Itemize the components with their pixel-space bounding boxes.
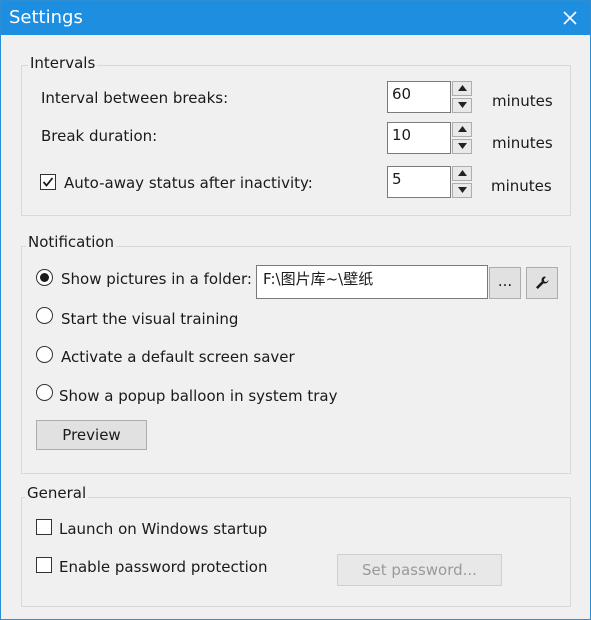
interval-between-breaks-unit: minutes	[492, 92, 553, 110]
settings-window: Settings Intervals Interval between brea…	[0, 0, 591, 620]
break-duration-unit: minutes	[492, 134, 553, 152]
auto-away-down-button[interactable]	[452, 183, 472, 198]
auto-away-spinner: 5	[387, 166, 475, 200]
close-icon	[563, 11, 577, 25]
intervals-group-title: Intervals	[28, 54, 98, 72]
auto-away-unit: minutes	[491, 177, 552, 195]
arrow-down-icon	[457, 102, 467, 108]
break-duration-up-button[interactable]	[452, 122, 472, 137]
window-title: Settings	[9, 7, 83, 28]
popup-balloon-label: Show a popup balloon in system tray	[59, 387, 338, 405]
arrow-down-icon	[457, 143, 467, 149]
arrow-up-icon	[457, 170, 467, 176]
wrench-icon	[536, 276, 549, 289]
interval-between-breaks-spinner: 60	[387, 81, 475, 115]
password-protection-checkbox[interactable]	[36, 557, 52, 573]
auto-away-up-button[interactable]	[452, 166, 472, 181]
break-duration-input[interactable]: 10	[387, 122, 451, 154]
arrow-up-icon	[457, 85, 467, 91]
radio-screen-saver[interactable]	[36, 346, 53, 363]
interval-between-breaks-up-button[interactable]	[452, 81, 472, 96]
close-button[interactable]	[556, 4, 584, 32]
folder-path-input[interactable]: F:\图片库~\壁纸	[256, 265, 488, 299]
break-duration-label: Break duration:	[41, 127, 158, 145]
preview-button[interactable]: Preview	[36, 420, 147, 450]
radio-visual-training[interactable]	[36, 307, 53, 324]
break-duration-spinner: 10	[387, 122, 475, 156]
auto-away-label: Auto-away status after inactivity:	[64, 174, 313, 192]
auto-away-checkbox[interactable]	[40, 174, 56, 190]
visual-training-label: Start the visual training	[61, 310, 239, 328]
general-group-title: General	[25, 484, 89, 502]
set-password-button[interactable]: Set password...	[337, 554, 502, 586]
password-protection-label: Enable password protection	[59, 558, 268, 576]
interval-between-breaks-label: Interval between breaks:	[41, 89, 229, 107]
interval-between-breaks-down-button[interactable]	[452, 98, 472, 113]
checkmark-icon	[42, 177, 54, 187]
launch-on-startup-label: Launch on Windows startup	[59, 520, 268, 538]
screen-saver-label: Activate a default screen saver	[61, 348, 295, 366]
notification-group-title: Notification	[26, 233, 117, 251]
arrow-up-icon	[457, 126, 467, 132]
general-group	[21, 497, 571, 607]
folder-settings-button[interactable]	[526, 267, 558, 299]
break-duration-down-button[interactable]	[452, 139, 472, 154]
arrow-down-icon	[457, 187, 467, 193]
radio-selected-dot	[40, 273, 49, 282]
radio-show-pictures[interactable]	[36, 269, 53, 286]
browse-folder-button[interactable]: ...	[489, 267, 521, 299]
radio-popup-balloon[interactable]	[36, 384, 53, 401]
interval-between-breaks-input[interactable]: 60	[387, 81, 451, 113]
launch-on-startup-checkbox[interactable]	[36, 519, 52, 535]
title-bar: Settings	[1, 1, 590, 35]
auto-away-input[interactable]: 5	[387, 166, 451, 198]
show-pictures-label: Show pictures in a folder:	[61, 270, 252, 288]
